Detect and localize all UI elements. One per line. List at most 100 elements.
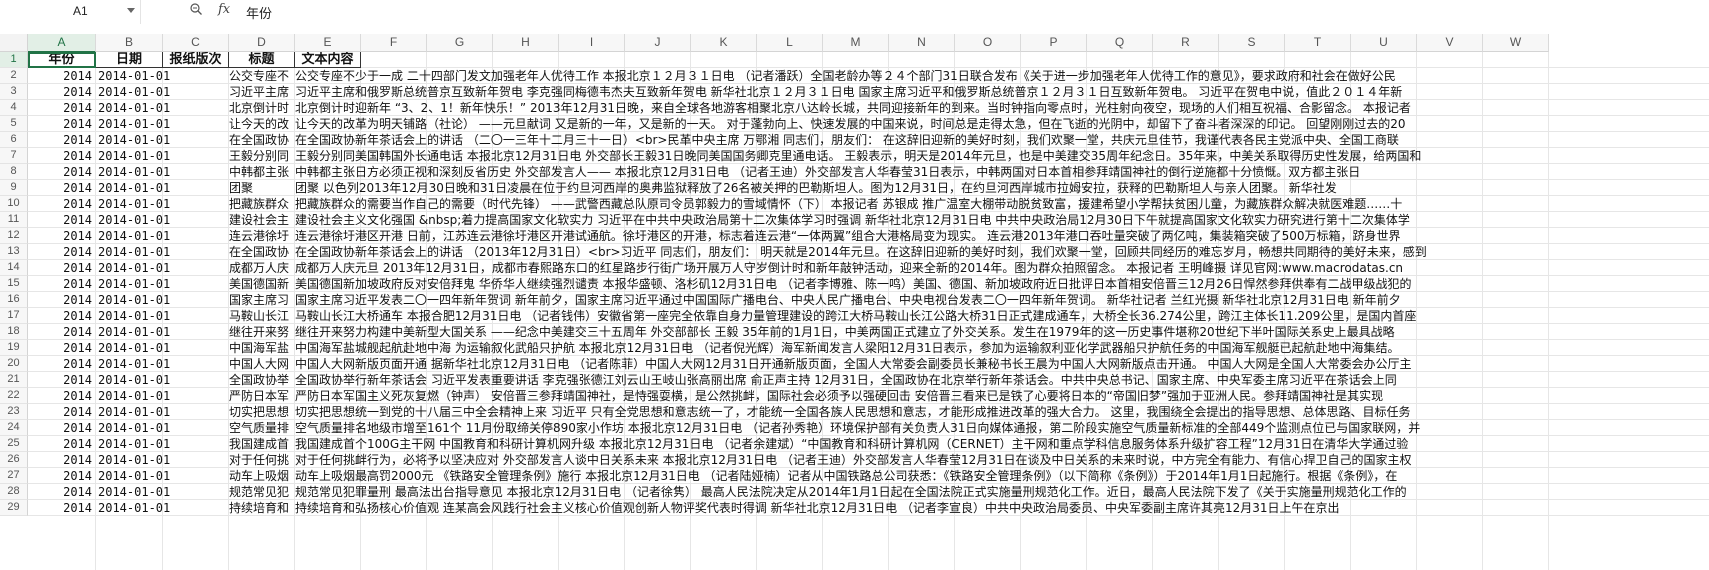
title-cell[interactable]: 对于任何挑 bbox=[229, 452, 294, 468]
title-cell[interactable]: 动车上吸烟 bbox=[229, 468, 294, 484]
title-cell[interactable]: 美国德国新 bbox=[229, 276, 294, 292]
column-header-v[interactable]: V bbox=[1417, 34, 1483, 52]
date-cell[interactable]: 2014-01-01 bbox=[96, 340, 229, 356]
title-cell[interactable]: 把藏族群众 bbox=[229, 196, 294, 212]
content-cell[interactable]: 北京倒计时迎新年 “3、2、1！新年快乐！” 2013年12月31日晚，来自全球… bbox=[295, 100, 1709, 116]
date-cell[interactable]: 2014-01-01 bbox=[96, 212, 229, 228]
row-header[interactable]: 21 bbox=[0, 372, 28, 388]
column-header-c[interactable]: C bbox=[163, 34, 229, 52]
title-cell[interactable]: 空气质量排 bbox=[229, 420, 294, 436]
column-header-f[interactable]: F bbox=[361, 34, 427, 52]
date-cell[interactable]: 2014-01-01 bbox=[96, 372, 229, 388]
row-header[interactable]: 26 bbox=[0, 452, 28, 468]
content-cell[interactable]: 切实把思想统一到党的十八届三中全会精神上来 习近平 只有全党思想和意志统一了，才… bbox=[295, 404, 1709, 420]
column-header-e[interactable]: E bbox=[295, 34, 361, 52]
content-cell[interactable]: 习近平主席和俄罗斯总统普京互致新年贺电 李克强同梅德韦杰夫互致新年贺电 新华社北… bbox=[295, 84, 1709, 100]
title-cell[interactable]: 中韩都主张 bbox=[229, 164, 294, 180]
year-cell[interactable]: 2014 bbox=[28, 84, 92, 100]
content-cell[interactable]: 马鞍山长江大桥通车 本报合肥12月31日电 （记者钱伟）安徽省第一座完全依靠自身… bbox=[295, 308, 1709, 324]
column-header-m[interactable]: M bbox=[823, 34, 889, 52]
date-cell[interactable]: 2014-01-01 bbox=[96, 292, 229, 308]
column-header-l[interactable]: L bbox=[757, 34, 823, 52]
year-cell[interactable]: 2014 bbox=[28, 324, 92, 340]
title-cell[interactable]: 持续培育和 bbox=[229, 500, 294, 516]
column-header-i[interactable]: I bbox=[559, 34, 625, 52]
name-box[interactable]: A1 bbox=[0, 0, 141, 24]
date-cell[interactable]: 2014-01-01 bbox=[96, 388, 229, 404]
column-header-t[interactable]: T bbox=[1285, 34, 1351, 52]
year-cell[interactable]: 2014 bbox=[28, 372, 92, 388]
year-cell[interactable]: 2014 bbox=[28, 452, 92, 468]
title-cell[interactable]: 马鞍山长江 bbox=[229, 308, 294, 324]
row-header[interactable]: 5 bbox=[0, 116, 28, 132]
row-header[interactable]: 16 bbox=[0, 292, 28, 308]
title-cell[interactable]: 成都万人庆 bbox=[229, 260, 294, 276]
year-cell[interactable]: 2014 bbox=[28, 164, 92, 180]
content-cell[interactable]: 严防日本军国主义死灰复燃（钟声） 安倍晋三参拜靖国神社，是恃强耍横，是公然挑衅，… bbox=[295, 388, 1709, 404]
content-cell[interactable]: 在全国政协新年茶话会上的讲话 （二〇一三年十二月三十一日）<br>民革中央主席 … bbox=[295, 132, 1709, 148]
column-header-r[interactable]: R bbox=[1153, 34, 1219, 52]
column-header-g[interactable]: G bbox=[427, 34, 493, 52]
title-cell[interactable]: 继往开来努 bbox=[229, 324, 294, 340]
column-header-s[interactable]: S bbox=[1219, 34, 1285, 52]
content-cell[interactable]: 继往开来努力构建中美新型大国关系 ——纪念中美建交三十五周年 外交部部长 王毅 … bbox=[295, 324, 1709, 340]
year-cell[interactable]: 2014 bbox=[28, 292, 92, 308]
content-cell[interactable]: 建设社会主义文化强国 &nbsp;着力提高国家文化软实力 习近平在中共中央政治局… bbox=[295, 212, 1709, 228]
content-cell[interactable]: 我国建成首个100G主干网 中国教育和科研计算机网升级 本报北京12月31日电 … bbox=[295, 436, 1709, 452]
row-header[interactable]: 28 bbox=[0, 484, 28, 500]
title-cell[interactable]: 我国建成首 bbox=[229, 436, 294, 452]
row-header[interactable]: 23 bbox=[0, 404, 28, 420]
title-cell[interactable]: 中国海军盐 bbox=[229, 340, 294, 356]
date-cell[interactable]: 2014-01-01 bbox=[96, 100, 229, 116]
column-header-b[interactable]: B bbox=[96, 34, 163, 52]
content-cell[interactable]: 让今天的改革为明天铺路（社论） ——元旦献词 又是新的一年，又是新的一天。 对于… bbox=[295, 116, 1709, 132]
date-cell[interactable]: 2014-01-01 bbox=[96, 148, 229, 164]
date-cell[interactable]: 2014-01-01 bbox=[96, 260, 229, 276]
content-cell[interactable]: 成都万人庆元旦 2013年12月31日，成都市春熙路东口的红星路步行街广场开展万… bbox=[295, 260, 1709, 276]
year-cell[interactable]: 2014 bbox=[28, 340, 92, 356]
row-header[interactable]: 3 bbox=[0, 84, 28, 100]
column-header-o[interactable]: O bbox=[955, 34, 1021, 52]
title-cell[interactable]: 在全国政协 bbox=[229, 132, 294, 148]
content-cell[interactable]: 持续培育和弘扬核心价值观 连某高会风践行社会主义核心价值观创新人物评奖代表时得调… bbox=[295, 500, 1709, 516]
year-cell[interactable]: 2014 bbox=[28, 420, 92, 436]
content-cell[interactable]: 国家主席习近平发表二〇一四年新年贺词 新年前夕，国家主席习近平通过中国国际广播电… bbox=[295, 292, 1709, 308]
year-cell[interactable]: 2014 bbox=[28, 116, 92, 132]
content-cell[interactable]: 连云港徐圩港区开港 日前，江苏连云港徐圩港区开港试通航。徐圩港区的开港，标志着连… bbox=[295, 228, 1709, 244]
year-cell[interactable]: 2014 bbox=[28, 180, 92, 196]
content-cell[interactable]: 对于任何挑衅行为，必将予以坚决应对 外交部发言人谈中日关系未来 本报北京12月3… bbox=[295, 452, 1709, 468]
date-cell[interactable]: 2014-01-01 bbox=[96, 244, 229, 260]
row-header[interactable]: 6 bbox=[0, 132, 28, 148]
year-cell[interactable]: 2014 bbox=[28, 436, 92, 452]
row-header[interactable]: 15 bbox=[0, 276, 28, 292]
header-cell[interactable]: 日期 bbox=[96, 52, 163, 68]
content-cell[interactable]: 把藏族群众的需要当作自己的需要（时代先锋） ——武警西藏总队原司令员郭毅力的雪域… bbox=[295, 196, 1709, 212]
year-cell[interactable]: 2014 bbox=[28, 276, 92, 292]
year-cell[interactable]: 2014 bbox=[28, 484, 92, 500]
row-header[interactable]: 7 bbox=[0, 148, 28, 164]
row-header[interactable]: 19 bbox=[0, 340, 28, 356]
row-header[interactable]: 4 bbox=[0, 100, 28, 116]
content-cell[interactable]: 公交专座不少于一成 二十四部门发文加强老年人优待工作 本报北京１２月３１日电 （… bbox=[295, 68, 1709, 84]
year-cell[interactable]: 2014 bbox=[28, 468, 92, 484]
title-cell[interactable]: 让今天的改 bbox=[229, 116, 294, 132]
date-cell[interactable]: 2014-01-01 bbox=[96, 404, 229, 420]
row-header[interactable]: 11 bbox=[0, 212, 28, 228]
date-cell[interactable]: 2014-01-01 bbox=[96, 180, 229, 196]
date-cell[interactable]: 2014-01-01 bbox=[96, 420, 229, 436]
content-cell[interactable]: 中韩都主张日方必须正视和深刻反省历史 外交部发言人—— 本报北京12月31日电 … bbox=[295, 164, 1709, 180]
column-header-w[interactable]: W bbox=[1483, 34, 1549, 52]
year-cell[interactable]: 2014 bbox=[28, 68, 92, 84]
content-cell[interactable]: 空气质量排名地级市增至161个 11月份取缔关停890家小作坊 本报北京12月3… bbox=[295, 420, 1709, 436]
content-cell[interactable]: 王毅分别同美国韩国外长通电话 本报北京12月31日电 外交部长王毅31日晚同美国… bbox=[295, 148, 1709, 164]
date-cell[interactable]: 2014-01-01 bbox=[96, 356, 229, 372]
chevron-down-icon[interactable] bbox=[127, 8, 135, 13]
content-cell[interactable]: 规范常见犯罪量刑 最高法出台指导意见 本报北京12月31日电 （记者徐隽） 最高… bbox=[295, 484, 1709, 500]
date-cell[interactable]: 2014-01-01 bbox=[96, 308, 229, 324]
date-cell[interactable]: 2014-01-01 bbox=[96, 436, 229, 452]
column-header-j[interactable]: J bbox=[625, 34, 691, 52]
date-cell[interactable]: 2014-01-01 bbox=[96, 324, 229, 340]
row-header[interactable]: 24 bbox=[0, 420, 28, 436]
header-cell[interactable]: 文本内容 bbox=[295, 52, 361, 68]
year-cell[interactable]: 2014 bbox=[28, 388, 92, 404]
